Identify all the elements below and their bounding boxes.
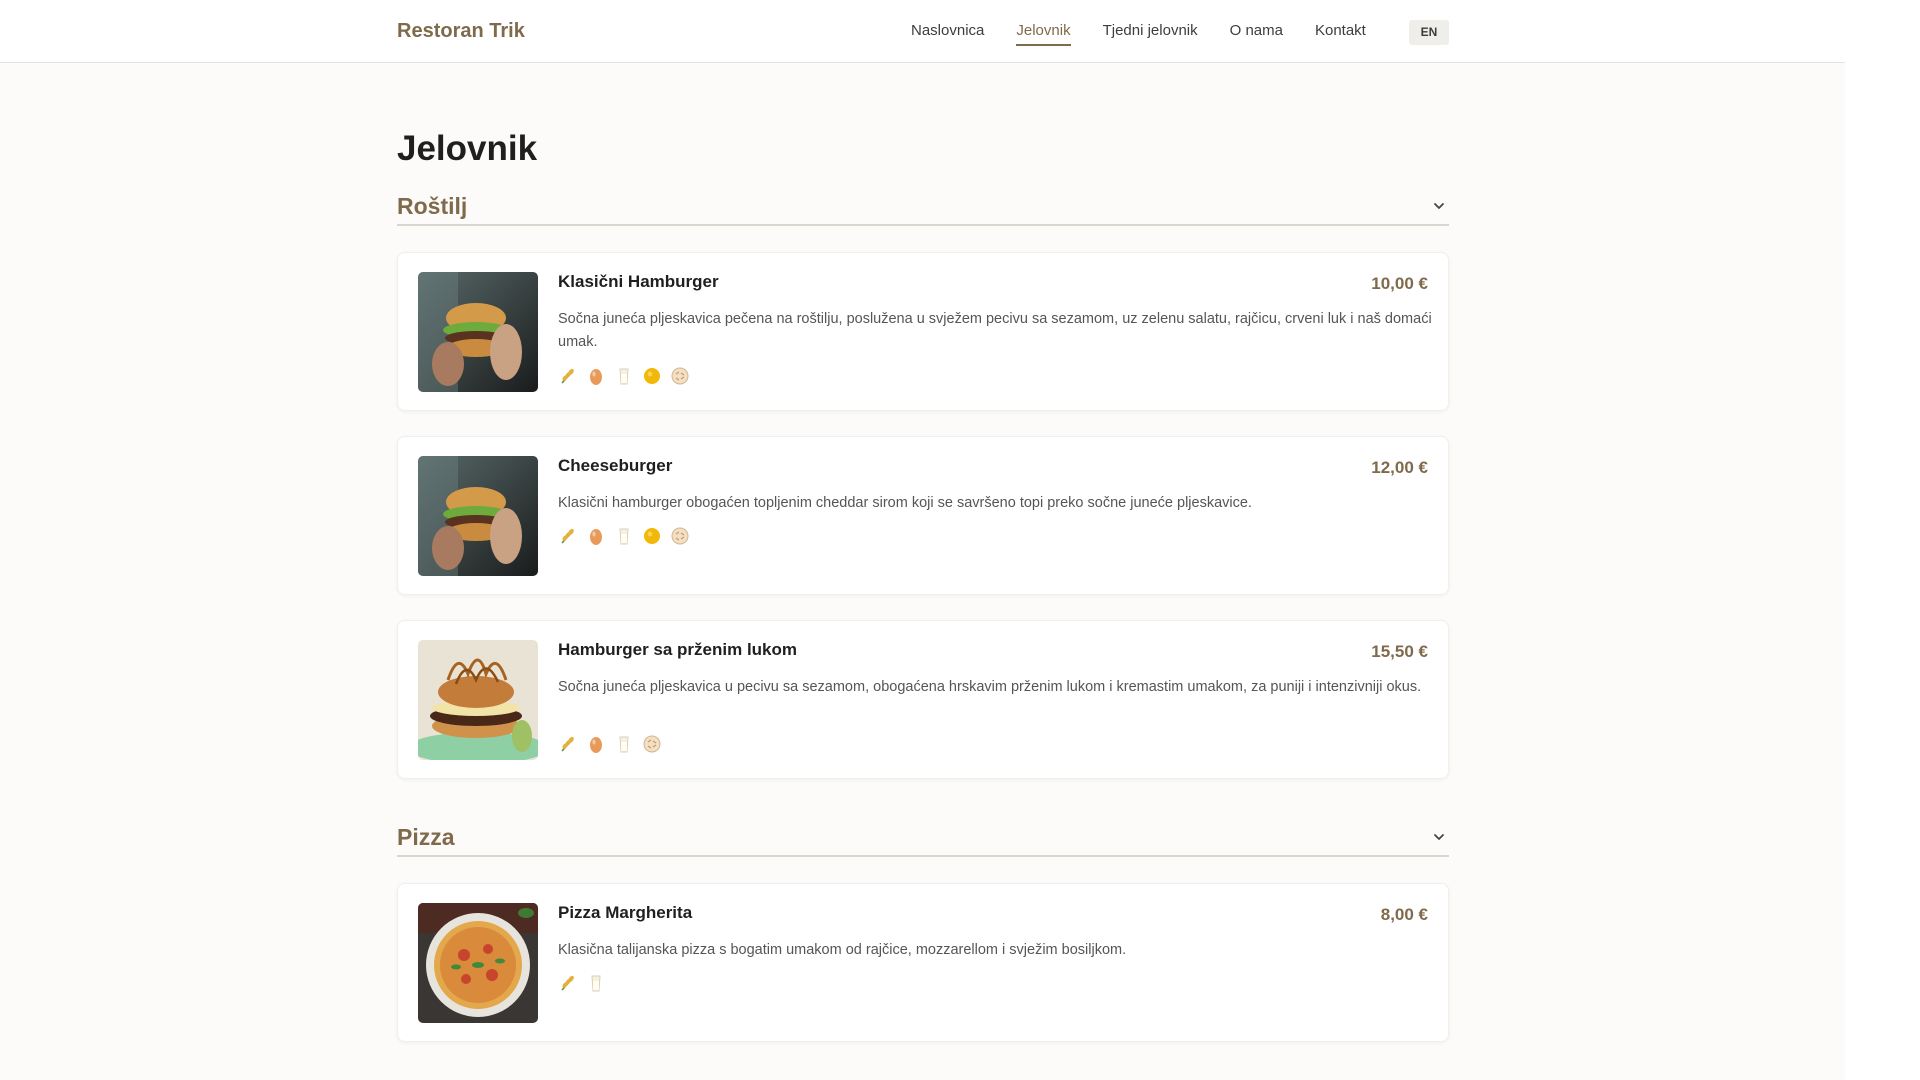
milk-icon xyxy=(619,368,629,385)
item-name: Hamburger sa prženim lukom xyxy=(558,640,798,659)
menu-item-card[interactable]: Pizza Margherita 8,00 € Klasična talijan… xyxy=(397,883,1449,1042)
item-name: Cheeseburger xyxy=(558,456,673,475)
item-description: Klasična talijanska pizza s bogatim umak… xyxy=(558,942,1127,958)
item-description: Klasični hamburger obogaćen topljenim ch… xyxy=(558,495,1252,511)
top-navigation: Restoran Trik Naslovnica Jelovnik Tjedni… xyxy=(0,0,1845,63)
milk-icon xyxy=(619,736,629,753)
gluten-icon xyxy=(561,736,574,752)
gluten-icon xyxy=(561,368,574,384)
gluten-icon xyxy=(561,975,574,991)
page-title: Jelovnik xyxy=(397,129,538,168)
language-toggle-button[interactable]: EN xyxy=(1409,20,1449,45)
item-name: Pizza Margherita xyxy=(558,903,693,922)
pizza-photo xyxy=(418,903,538,1023)
chevron-down-icon[interactable] xyxy=(1431,198,1447,214)
page-right-margin xyxy=(1845,0,1920,1080)
allergen-list xyxy=(558,366,698,386)
mustard-icon xyxy=(644,368,660,384)
burger-held-photo xyxy=(418,456,538,576)
menu-item-card[interactable]: Hamburger sa prženim lukom 15,50 € Sočna… xyxy=(397,620,1449,779)
sesame-icon xyxy=(671,367,689,385)
item-description: Sočna juneća pljeskavica u pecivu sa sez… xyxy=(558,679,1422,695)
section-header-pizza[interactable]: Pizza xyxy=(397,801,1449,857)
allergen-list xyxy=(558,973,614,993)
milk-icon xyxy=(591,975,601,992)
sesame-icon xyxy=(643,735,661,753)
item-name: Klasični Hamburger xyxy=(558,272,719,291)
nav-link-naslovnica[interactable]: Naslovnica xyxy=(911,22,984,46)
menu-item-card[interactable]: Klasični Hamburger 10,00 € Sočna juneća … xyxy=(397,252,1449,411)
milk-icon xyxy=(619,528,629,545)
sesame-icon xyxy=(671,527,689,545)
item-price: 12,00 € xyxy=(1371,458,1428,477)
burger-onion-photo xyxy=(418,640,538,760)
mustard-icon xyxy=(644,528,660,544)
burger-held-photo xyxy=(418,272,538,392)
nav-link-o-nama[interactable]: O nama xyxy=(1230,22,1283,46)
item-price: 8,00 € xyxy=(1380,905,1428,924)
item-price: 10,00 € xyxy=(1371,274,1428,293)
brand-logo[interactable]: Restoran Trik xyxy=(397,20,525,43)
allergen-list xyxy=(558,526,698,546)
egg-icon xyxy=(590,369,602,385)
nav-link-kontakt[interactable]: Kontakt xyxy=(1315,22,1366,46)
nav-link-tjedni-jelovnik[interactable]: Tjedni jelovnik xyxy=(1103,22,1198,46)
item-description: Sočna juneća pljeskavica pečena na rošti… xyxy=(558,311,1432,350)
egg-icon xyxy=(590,529,602,545)
egg-icon xyxy=(590,737,602,753)
item-price: 15,50 € xyxy=(1371,642,1428,661)
section-title: Roštilj xyxy=(397,193,468,219)
allergen-list xyxy=(558,734,670,754)
gluten-icon xyxy=(561,528,574,544)
menu-item-card[interactable]: Cheeseburger 12,00 € Klasični hamburger … xyxy=(397,436,1449,595)
chevron-down-icon[interactable] xyxy=(1431,829,1447,845)
nav-link-jelovnik[interactable]: Jelovnik xyxy=(1016,22,1071,46)
section-title: Pizza xyxy=(397,824,455,850)
main-nav: Naslovnica Jelovnik Tjedni jelovnik O na… xyxy=(911,22,1398,46)
menu-content: Jelovnik Roštilj Klasični Hamburger 10,0… xyxy=(397,63,1449,1042)
section-header-rostilj[interactable]: Roštilj xyxy=(397,170,1449,226)
